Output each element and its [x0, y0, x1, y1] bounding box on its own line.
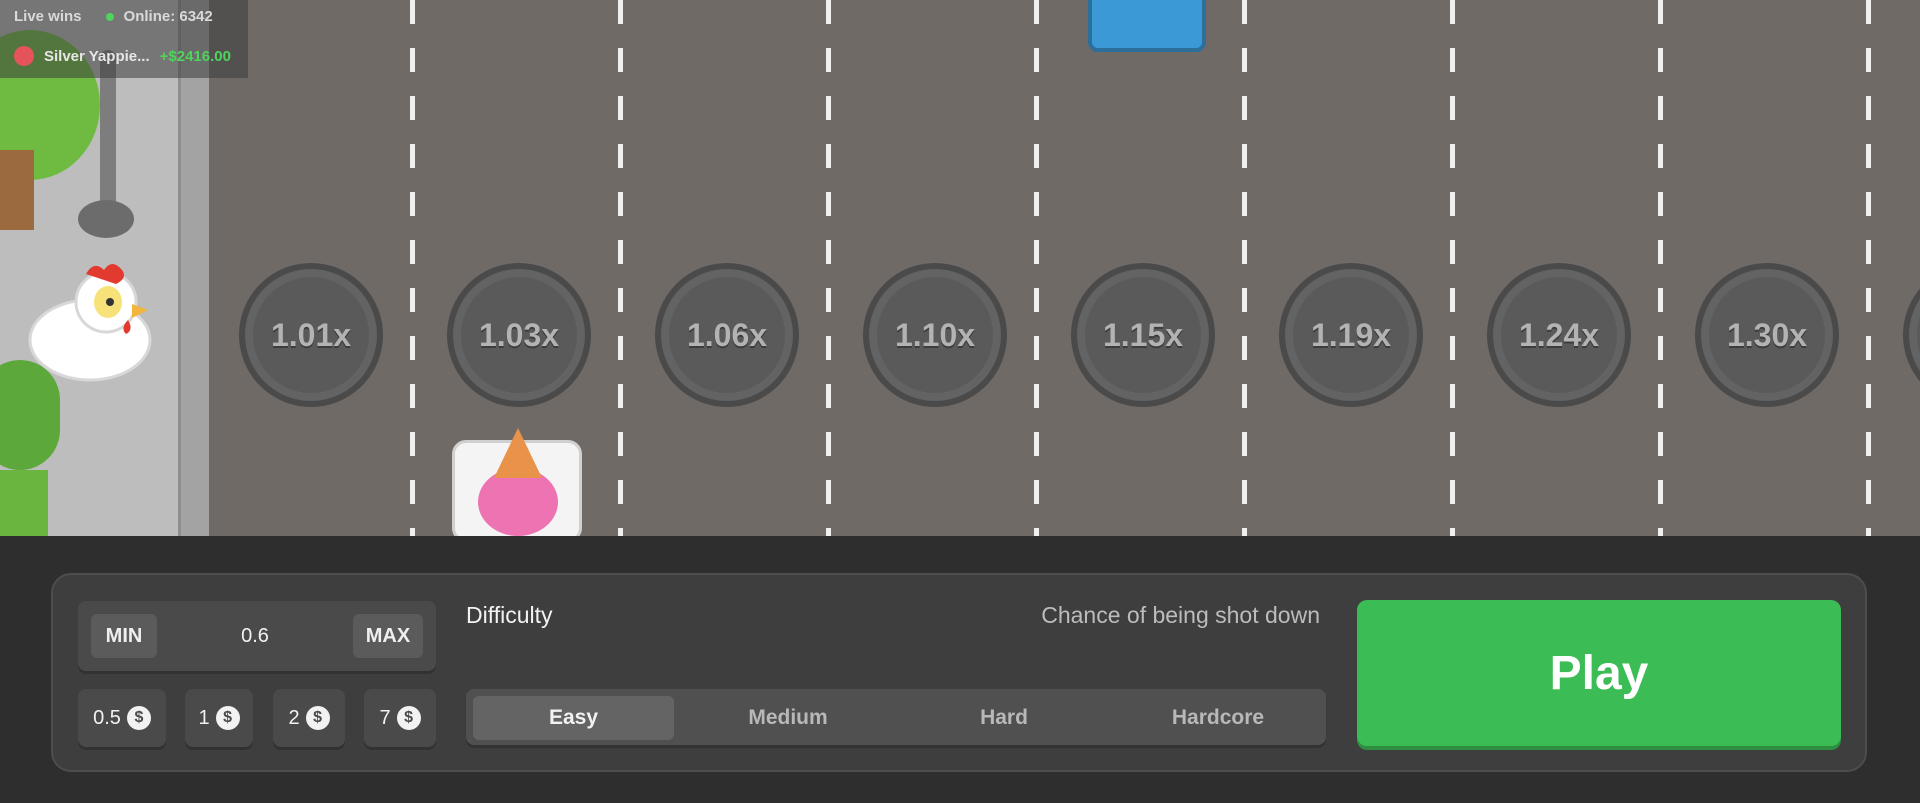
ice-cream-scoop — [478, 468, 558, 536]
play-button[interactable]: Play — [1357, 600, 1841, 746]
manhole-multiplier[interactable]: 1.24x — [1487, 263, 1631, 407]
manhole-multiplier[interactable]: 1.10x — [863, 263, 1007, 407]
online-count: Online: 6342 — [123, 8, 213, 25]
winner-amount: +$2416.00 — [159, 47, 231, 65]
tab-medium[interactable]: Medium — [688, 696, 888, 740]
quick-bet-chip[interactable]: 0.5 $ — [78, 689, 166, 747]
dollar-coin-icon: $ — [215, 706, 240, 730]
quick-bet-chip[interactable]: 1 $ — [185, 689, 253, 747]
street-lamp-base — [78, 200, 134, 238]
game-board: 1.01x 1.03x 1.06x 1.10x 1.15x 1.19x 1.24… — [0, 0, 1920, 536]
bus-vehicle — [1088, 0, 1206, 52]
manhole-multiplier[interactable]: 1.06x — [655, 263, 799, 407]
chip-value: 7 — [379, 706, 391, 729]
manhole-multiplier[interactable]: 1.03x — [447, 263, 591, 407]
multiplier-label: 1.03x — [478, 316, 560, 353]
bet-amount-input[interactable]: 0.6 — [200, 614, 310, 658]
chance-label: Chance of being shot down — [1041, 602, 1320, 628]
multiplier-label: 1.19x — [1310, 316, 1392, 353]
manhole-multiplier[interactable]: 1.15x — [1071, 263, 1215, 407]
dollar-coin-icon: $ — [396, 706, 421, 730]
difficulty-label: Difficulty — [466, 602, 553, 628]
winner-name: Silver Yappie... — [44, 47, 150, 65]
tab-hardcore[interactable]: Hardcore — [1118, 696, 1318, 740]
multiplier-label: 1.06x — [686, 316, 768, 353]
multiplier-label: 1.24x — [1518, 316, 1600, 353]
multiplier-label: 1.10x — [894, 316, 976, 353]
lane-divider — [826, 0, 831, 536]
multiplier-label: 1.15x — [1102, 316, 1184, 353]
manhole-multiplier[interactable]: 1.30x — [1695, 263, 1839, 407]
curb — [178, 0, 209, 536]
live-wins-bar: Live wins Online: 6342 Silver Yappie... … — [0, 0, 248, 78]
lane-divider — [1034, 0, 1039, 536]
dollar-coin-icon: $ — [305, 706, 330, 730]
tree-trunk — [0, 150, 34, 230]
lane-divider — [1242, 0, 1247, 536]
grass — [0, 470, 48, 536]
lane-divider — [1658, 0, 1663, 536]
multiplier-label: 1.01x — [270, 316, 352, 353]
live-wins-label: Live wins — [14, 8, 82, 25]
lane-divider — [618, 0, 623, 536]
chicken-icon — [28, 264, 152, 382]
multiplier-label: 1.30x — [1726, 316, 1808, 353]
chip-value: 1 — [198, 706, 210, 729]
avatar — [14, 46, 34, 66]
lane-divider — [1866, 0, 1871, 536]
lane-divider — [1450, 0, 1455, 536]
ice-cream-cone — [494, 428, 542, 478]
min-bet-button[interactable]: MIN — [91, 614, 157, 658]
quick-bet-chip[interactable]: 7 $ — [364, 689, 436, 747]
manhole-partial — [1903, 263, 1920, 407]
online-dot-icon — [105, 12, 114, 21]
lane-divider — [410, 0, 415, 536]
manhole-multiplier[interactable]: 1.19x — [1279, 263, 1423, 407]
quick-bet-chip[interactable]: 2 $ — [273, 689, 345, 747]
tab-easy[interactable]: Easy — [473, 696, 674, 740]
chip-value: 2 — [288, 706, 300, 729]
chip-value: 0.5 — [93, 706, 121, 729]
manhole-multiplier[interactable]: 1.01x — [239, 263, 383, 407]
dollar-coin-icon: $ — [126, 706, 151, 730]
max-bet-button[interactable]: MAX — [353, 614, 423, 658]
tab-hard[interactable]: Hard — [904, 696, 1104, 740]
